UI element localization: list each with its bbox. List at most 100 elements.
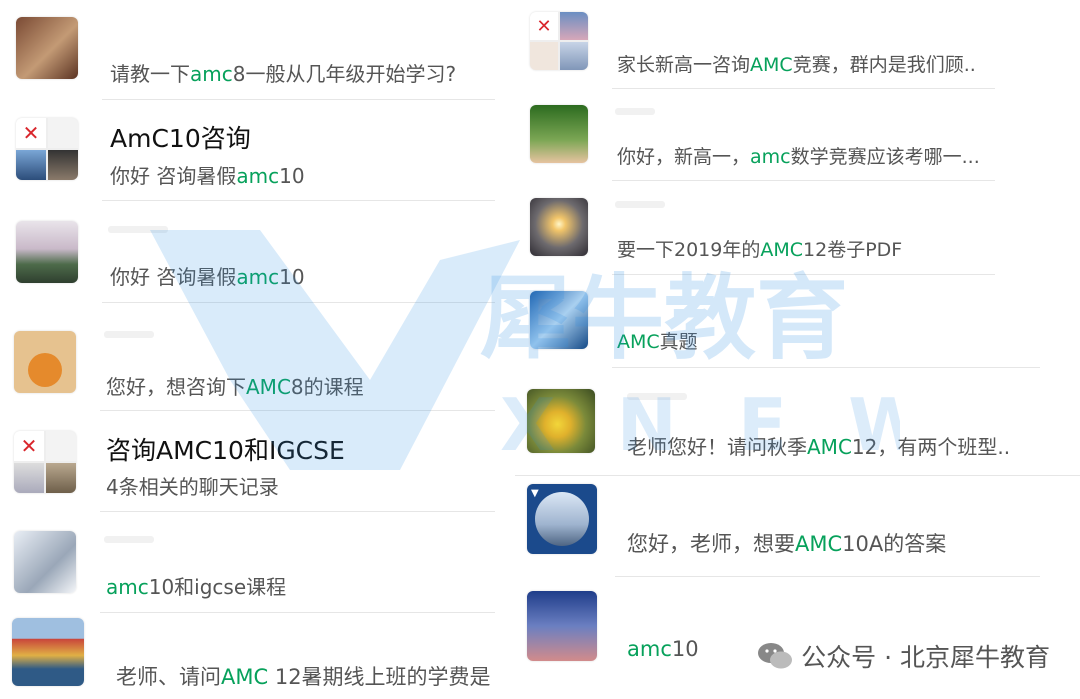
chat-title: 咨询AMC10和IGCSE (106, 431, 345, 467)
text-segment: 咨询AMC10和IGCSE (106, 436, 345, 465)
text-segment: 10 (279, 265, 305, 289)
text-segment: 真题 (659, 331, 698, 353)
text-segment: 请教一下 (110, 62, 190, 86)
keyword-highlight: amc (627, 637, 672, 661)
chat-item[interactable]: 老师您好！请问秋季AMC12，有两个班型.. (515, 371, 1080, 476)
text-segment: 10 (279, 164, 305, 188)
avatar[interactable] (527, 389, 595, 453)
text-segment: AmC10咨询 (110, 124, 251, 153)
keyword-highlight: amc (106, 575, 149, 599)
chat-item[interactable]: ▼ 您好，老师，想要AMC10A的答案 (515, 476, 1080, 581)
avatar[interactable] (530, 105, 588, 163)
text-segment: 8一般从几年级开始学习? (232, 62, 457, 86)
divider (612, 367, 1040, 368)
chat-message: 4条相关的聊天记录 (106, 471, 279, 500)
keyword-highlight: amc (750, 146, 791, 168)
chat-message: 家长新高一咨询AMC竞赛，群内是我们顾.. (617, 50, 976, 77)
text-segment: 8的课程 (290, 375, 364, 399)
group-avatar[interactable]: ✕ (16, 118, 78, 180)
chat-message: 请教一下amc8一般从几年级开始学习? (110, 58, 456, 87)
chat-item[interactable]: 您好，想咨询下AMC8的课程 (0, 303, 505, 411)
keyword-highlight: amc (236, 265, 280, 289)
chat-list-right: ✕ 家长新高一咨询AMC竞赛，群内是我们顾.. 你好，新高一，amc数学竞赛应该… (515, 0, 1080, 699)
tiger-avatar[interactable] (14, 331, 76, 393)
divider (615, 576, 1040, 577)
keyword-highlight: AMC (617, 331, 660, 353)
chat-item[interactable]: 你好，新高一，amc数学竞赛应该考哪一... (515, 92, 1080, 187)
chat-message: amc10 (627, 637, 699, 661)
divider (612, 274, 995, 275)
chat-item[interactable]: ✕ 咨询AMC10和IGCSE 4条相关的聊天记录 (0, 411, 505, 512)
text-segment: 你好，新高一， (617, 146, 751, 168)
chat-message: 您好，想咨询下AMC8的课程 (106, 371, 364, 400)
text-segment: 10和igcse课程 (148, 575, 287, 599)
text-segment: 12暑期线上班的学费是 (268, 665, 491, 689)
text-segment: 4条相关的聊天记录 (106, 475, 279, 499)
chat-message: 你好 咨询暑假amc10 (110, 261, 305, 290)
text-segment: 要一下2019年的 (617, 239, 761, 261)
chat-list-left: 请教一下amc8一般从几年级开始学习? ✕ AmC10咨询 你好 咨询暑假amc… (0, 0, 505, 699)
avatar[interactable] (16, 221, 78, 283)
text-segment: 12卷子PDF (803, 239, 903, 261)
wechat-account-mark: 公众号 · 北京犀牛教育 (757, 638, 1050, 674)
play-icon: ▼ (531, 488, 539, 499)
chat-message: amc10和igcse课程 (106, 571, 286, 600)
x-logo-icon: ✕ (530, 12, 558, 40)
text-segment: 你好 咨询暑假 (110, 164, 237, 188)
blurred-name (104, 536, 154, 543)
avatar[interactable] (530, 198, 588, 256)
blurred-name (104, 331, 154, 338)
chat-item[interactable]: 要一下2019年的AMC12卷子PDF (515, 187, 1080, 279)
text-segment: 10 (671, 637, 699, 661)
text-segment: 10A的答案 (842, 532, 947, 556)
chat-message: AMC真题 (617, 327, 698, 354)
avatar[interactable] (527, 591, 597, 661)
chat-message: 您好，老师，想要AMC10A的答案 (627, 528, 946, 558)
text-segment: 您好，老师，想要 (627, 532, 795, 556)
keyword-highlight: AMC (795, 532, 843, 556)
divider (612, 180, 995, 181)
avatar[interactable]: ▼ (527, 484, 597, 554)
chat-item[interactable]: amc10和igcse课程 (0, 512, 505, 613)
keyword-highlight: AMC (760, 239, 804, 261)
chat-item[interactable]: 请教一下amc8一般从几年级开始学习? (0, 0, 505, 101)
text-segment: 竞赛，群内是我们顾.. (792, 54, 976, 76)
x-logo-icon: ✕ (14, 431, 44, 461)
chat-title: AmC10咨询 (110, 119, 251, 155)
text-segment: 家长新高一咨询 (617, 54, 751, 76)
wechat-account-label: 公众号 · 北京犀牛教育 (801, 643, 1050, 672)
keyword-highlight: amc (236, 164, 280, 188)
chat-message: 要一下2019年的AMC12卷子PDF (617, 235, 902, 262)
chat-item[interactable]: ✕ AmC10咨询 你好 咨询暑假amc10 (0, 101, 505, 202)
avatar[interactable] (14, 531, 76, 593)
chat-message: 你好，新高一，amc数学竞赛应该考哪一... (617, 142, 980, 169)
group-avatar[interactable]: ✕ (14, 431, 76, 493)
x-logo-icon: ✕ (16, 118, 46, 148)
chat-message: 老师您好！请问秋季AMC12，有两个班型.. (627, 431, 1010, 460)
group-avatar[interactable]: ✕ (530, 12, 588, 70)
blurred-name (627, 393, 687, 400)
chat-item[interactable]: 老师、请问AMC 12暑期线上班的学费是 (0, 613, 505, 699)
blurred-name (615, 108, 655, 115)
chat-item[interactable]: ✕ 家长新高一咨询AMC竞赛，群内是我们顾.. (515, 0, 1080, 92)
chat-message: 你好 咨询暑假amc10 (110, 160, 305, 189)
avatar[interactable] (16, 17, 78, 79)
keyword-highlight: AMC (246, 375, 291, 399)
text-segment: 12，有两个班型.. (851, 435, 1011, 459)
blurred-name (108, 226, 168, 233)
divider (612, 88, 995, 89)
wechat-icon (758, 643, 793, 669)
blurred-name (615, 201, 665, 208)
text-segment: 您好，想咨询下 (106, 375, 246, 399)
keyword-highlight: AMC (221, 665, 269, 689)
text-segment: 数学竞赛应该考哪一... (790, 146, 980, 168)
chat-item[interactable]: AMC真题 (515, 279, 1080, 371)
chat-item[interactable]: 你好 咨询暑假amc10 (0, 202, 505, 303)
chat-message: 老师、请问AMC 12暑期线上班的学费是 (116, 661, 491, 691)
keyword-highlight: AMC (807, 435, 852, 459)
avatar[interactable] (530, 291, 588, 349)
text-segment: 老师您好！请问秋季 (627, 435, 807, 459)
text-segment: 你好 咨询暑假 (110, 265, 237, 289)
avatar[interactable] (12, 618, 84, 686)
divider (102, 99, 495, 100)
